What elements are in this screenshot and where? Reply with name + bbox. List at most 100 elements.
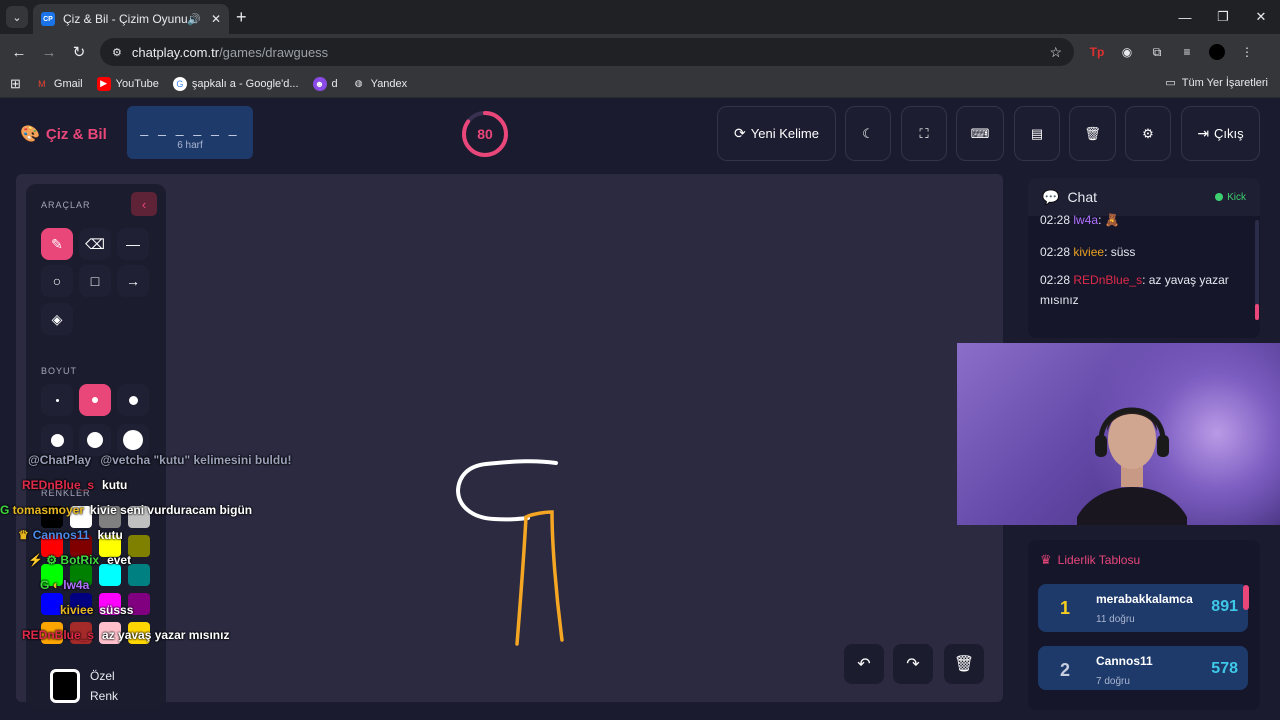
brush-icon: ✎	[51, 235, 63, 252]
new-word-button[interactable]: ⟳ Yeni Kelime	[717, 106, 836, 161]
media-control-icon[interactable]: ≡	[1176, 41, 1198, 63]
overlay-message: REDnBlue_s kutu	[22, 478, 128, 492]
folder-icon: ▭	[1165, 77, 1176, 89]
rank: 2	[1060, 660, 1071, 680]
tools-title: ARAÇLAR	[41, 200, 91, 210]
brush-tool[interactable]: ✎	[41, 228, 73, 260]
rectangle-tool[interactable]: □	[79, 265, 111, 297]
new-tab-button[interactable]: +	[236, 7, 247, 28]
emote-icon: 🧸	[1104, 213, 1120, 227]
size-3[interactable]	[117, 384, 149, 416]
extension-tp-icon[interactable]: Tp	[1086, 41, 1108, 63]
logout-icon: ⇥	[1197, 125, 1210, 141]
bookmark-d[interactable]: ☻ d	[312, 76, 338, 91]
tab-search-button[interactable]: ⌄	[6, 6, 28, 28]
apps-grid-icon[interactable]: ⊞	[10, 76, 21, 92]
chat-message: 02:28 lw4a: 🧸	[1040, 213, 1120, 227]
custom-color-label: Özel Renk	[90, 669, 119, 703]
bookmarks-bar: ⊞ M Gmail ▶ YouTube Gşapkalı a - Google'd.…	[0, 70, 1280, 98]
expand-icon: ⛶	[919, 125, 929, 141]
twitch-icon: ☻	[312, 76, 327, 91]
trash-icon: 🗑	[953, 656, 975, 673]
color-swatch[interactable]	[99, 564, 121, 586]
google-icon: G	[172, 76, 187, 91]
chat-scrollbar[interactable]	[1255, 220, 1259, 320]
circle-tool[interactable]: ○	[41, 265, 73, 297]
fill-tool[interactable]: ◈	[41, 303, 73, 335]
redo-button[interactable]: ↷	[893, 644, 933, 684]
close-tab-icon[interactable]: ✕	[211, 12, 221, 26]
undo-button[interactable]: ↶	[844, 644, 884, 684]
scrollbar-thumb[interactable]	[1255, 304, 1259, 320]
leaderboard-row: 2 Cannos11 7 doğru 578	[1038, 646, 1248, 690]
bookmark-google[interactable]: Gşapkalı a - Google'd...	[172, 76, 299, 91]
gmail-icon: M	[38, 78, 46, 89]
bookmark-yandex[interactable]: ◍ Yandex	[352, 77, 407, 91]
app-logo[interactable]: 🎨 Çiz & Bil	[20, 124, 107, 144]
forward-button[interactable]: →	[34, 44, 64, 61]
fullscreen-button[interactable]: ⛶	[901, 106, 947, 161]
bookmark-youtube[interactable]: ▶ YouTube	[96, 76, 159, 91]
leaderboard-scrollbar[interactable]	[1243, 585, 1249, 610]
correct-count: 7 doğru	[1096, 676, 1130, 687]
all-bookmarks[interactable]: ▭ Tüm Yer İşaretleri	[1165, 76, 1268, 90]
address-bar[interactable]: ⚙ chatplay.com.tr/games/drawguess ☆	[100, 38, 1074, 66]
site-info-icon[interactable]: ⚙	[112, 46, 122, 59]
refresh-icon: ⟳	[734, 125, 746, 141]
size-6[interactable]	[117, 424, 149, 456]
exit-button[interactable]: ⇥ Çıkış	[1181, 106, 1260, 161]
size-5[interactable]	[79, 424, 111, 456]
bookmark-star-icon[interactable]: ☆	[1049, 44, 1062, 61]
archive-button[interactable]: ▤	[1014, 106, 1060, 161]
maximize-button[interactable]: ❐	[1204, 0, 1242, 34]
custom-color-picker[interactable]: Özel Renk	[50, 666, 130, 706]
minimize-button[interactable]: —	[1166, 0, 1204, 34]
overlay-message: REDnBlue_s az yavaş yazar mısınız	[22, 628, 230, 642]
chat-message: 02:28 REDnBlue_s: az yavaş yazar mısınız	[1040, 273, 1229, 307]
comments-icon: 💬	[1042, 188, 1060, 205]
leaderboard-title: ♛ Liderlik Tablosu	[1040, 552, 1141, 567]
eraser-tool[interactable]: ⌫	[79, 228, 111, 260]
dark-mode-button[interactable]: ☾	[845, 106, 891, 161]
menu-kebab-icon[interactable]: ⋮	[1236, 41, 1258, 63]
size-title: BOYUT	[41, 366, 78, 376]
profile-avatar[interactable]	[1206, 41, 1228, 63]
youtube-icon: ▶	[96, 76, 111, 91]
eraser-icon: ⌫	[85, 235, 105, 252]
round-timer: 80	[460, 109, 510, 159]
archive-icon: ▤	[1030, 125, 1044, 141]
color-swatch[interactable]	[128, 535, 150, 557]
letter-count: 6 harf	[177, 140, 203, 151]
browser-tab[interactable]: CP Çiz & Bil - Çizim Oyunu 🔊 ✕	[33, 4, 229, 34]
close-window-button[interactable]: ✕	[1242, 0, 1280, 34]
line-tool[interactable]: —	[117, 228, 149, 260]
extension-avatar-icon[interactable]: ◉	[1116, 41, 1138, 63]
size-4[interactable]	[41, 424, 73, 456]
arrow-tool[interactable]: →	[117, 265, 149, 297]
redo-icon: ↷	[906, 656, 920, 673]
moon-icon: ☾	[862, 125, 874, 141]
back-button[interactable]: ←	[4, 44, 34, 61]
delete-button[interactable]: 🗑	[1069, 106, 1116, 161]
keyboard-button[interactable]: ⌨	[956, 106, 1004, 161]
size-2[interactable]	[79, 384, 111, 416]
color-swatch[interactable]	[128, 564, 150, 586]
overlay-message: ⚡ ⚙ BotRix evet	[28, 553, 132, 567]
settings-button[interactable]: ⚙	[1125, 106, 1171, 161]
player-name: merabakkalamca	[1096, 592, 1193, 606]
chat-message: 02:28 kiviee: süss	[1040, 245, 1136, 259]
bookmark-gmail[interactable]: M Gmail	[35, 77, 82, 91]
speaker-icon[interactable]: 🔊	[187, 13, 201, 26]
collapse-panel-button[interactable]: ‹	[131, 192, 157, 216]
undo-icon: ↶	[857, 656, 871, 673]
crown-icon: ♛	[1040, 552, 1052, 567]
extensions-puzzle-icon[interactable]: ⧉	[1146, 41, 1168, 63]
clear-canvas-button[interactable]: 🗑	[944, 644, 984, 684]
tab-favicon: CP	[41, 12, 55, 26]
paint-bucket-icon: ◈	[51, 310, 63, 327]
status-dot-icon	[1215, 193, 1224, 201]
word-dashes: _ _ _ _ _ _	[140, 120, 240, 136]
reload-button[interactable]: ↻	[64, 43, 94, 61]
custom-color-swatch[interactable]	[50, 669, 80, 703]
size-1[interactable]	[41, 384, 73, 416]
